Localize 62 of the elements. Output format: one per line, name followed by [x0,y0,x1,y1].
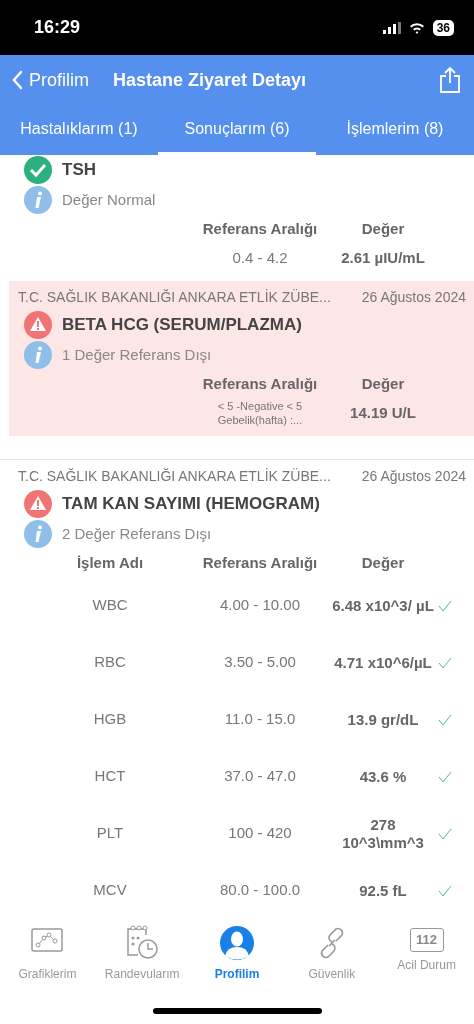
tab-bar-item[interactable]: Profilim [189,925,285,983]
column-header: Referans Aralığı [201,374,319,394]
reference-range: < 5 -Negative < 5 Gebelik(hafta) :... [216,398,304,428]
status-time: 16:29 [34,16,81,39]
column-header: Referans Aralığı [201,553,319,573]
screen-title: Hastane Ziyaret Detayı [113,68,308,92]
column-header: İşlem Adı [75,553,145,573]
back-button[interactable]: Profilim [12,66,89,94]
result-value: 43.6 % [358,766,408,787]
test-name: PLT [95,823,125,844]
result-summary: Değer Normal [62,189,156,210]
check-circle-icon [24,156,52,184]
result-value: 13.9 gr/dL [346,709,420,730]
battery-level: 36 [432,19,454,36]
tab-bar-item[interactable]: Randevularım [94,925,190,983]
reference-range: 4.00 - 10.00 [218,595,302,616]
result-value: 278 10^3\mm^3 [341,814,425,853]
test-name: MCV [92,880,128,901]
test-title: TAM KAN SAYIMI (HEMOGRAM) [62,493,320,516]
test-name: WBC [91,595,129,616]
wifi-icon [408,21,425,34]
tab[interactable]: Hastalıklarım (1) [0,105,158,155]
test-name: RBC [93,652,127,673]
hospital-name: T.C. SAĞLIK BAKANLIĞI ANKARA ETLİK ZÜBE... [18,288,331,307]
result-summary: 2 Değer Referans Dışı [62,523,212,544]
reference-range: 80.0 - 100.0 [218,880,302,901]
info-icon [24,186,52,214]
warning-icon [24,311,52,339]
test-name: HGB [92,709,128,730]
result-value: 92.5 fL [358,880,408,901]
tab-bar-item[interactable]: 112 Acil Durum [379,925,474,983]
info-icon [24,520,52,548]
tab[interactable]: Sonuçlarım (6) [158,105,316,155]
tab-bar-item[interactable]: Güvenlik [284,925,380,983]
tab-bar-item[interactable]: Grafiklerim [0,925,95,983]
chevron-left-icon [12,70,23,90]
result-summary: 1 Değer Referans Dışı [62,344,212,365]
tab[interactable]: İşlemlerim (8) [316,105,474,155]
column-header: Değer [360,553,406,573]
result-date: 26 Ağustos 2024 [361,288,466,307]
emergency-number-icon: 112 [409,928,444,952]
warning-icon [24,490,52,518]
info-icon [24,341,52,369]
signal-icon [382,21,401,34]
reference-range: 37.0 - 47.0 [223,766,297,787]
share-button[interactable] [438,66,462,94]
reference-range: 100 - 420 [227,823,293,844]
column-header: Değer [360,219,406,239]
hospital-name: T.C. SAĞLIK BAKANLIĞI ANKARA ETLİK ZÜBE... [18,467,331,486]
reference-range: 11.0 - 15.0 [223,709,297,730]
result-value: 6.48 x10^3/ µL [331,595,435,616]
result-value: 14.19 U/L [349,403,417,423]
result-date: 26 Ağustos 2024 [361,467,466,486]
column-header: Referans Aralığı [201,219,319,239]
column-header: Değer [360,374,406,394]
test-title: BETA HCG (SERUM/PLAZMA) [62,314,302,337]
reference-range: 3.50 - 5.00 [223,652,297,673]
result-value: 2.61 µIU/mL [340,248,426,268]
reference-range: 0.4 - 4.2 [231,247,289,268]
test-name: HCT [93,766,127,787]
test-title: TSH [62,159,96,182]
result-value: 4.71 x10^6/µL [333,652,433,673]
